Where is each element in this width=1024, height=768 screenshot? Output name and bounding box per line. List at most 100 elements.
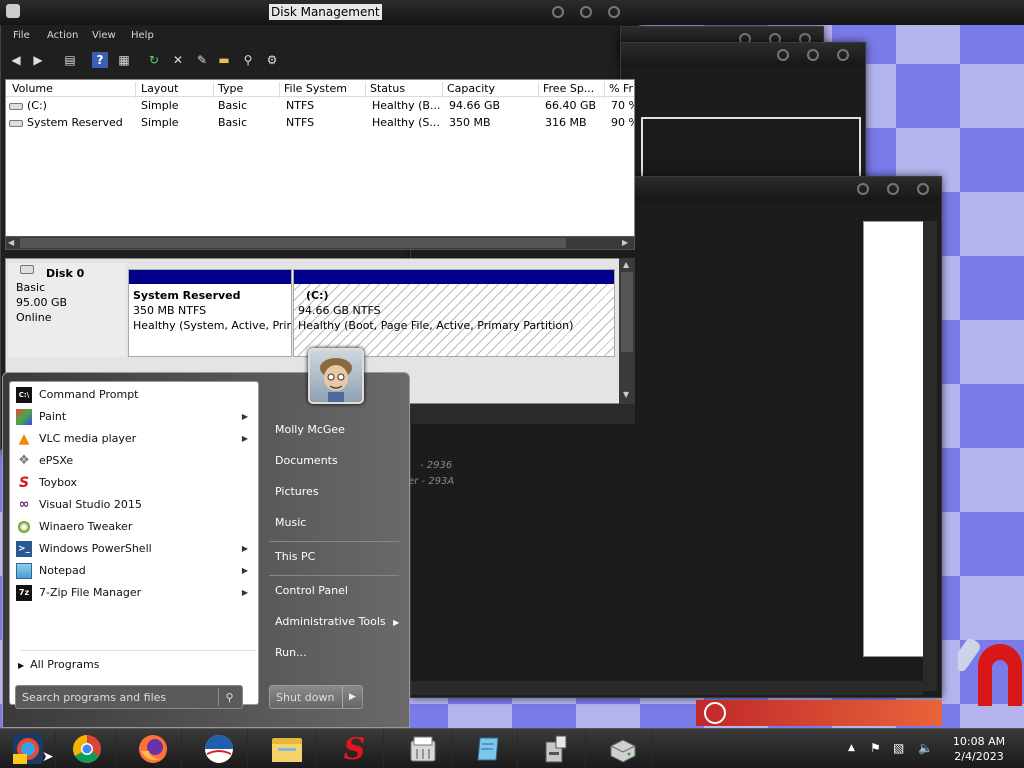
administrative-tools-link[interactable]: Administrative Tools ▶ [275,615,399,628]
search-box[interactable]: Search programs and files ⚲ [15,685,243,709]
background-window-vscroll[interactable] [923,221,937,691]
shredder-icon [410,736,435,762]
scroll-up-icon[interactable]: ▲ [623,260,629,269]
column-free-space[interactable]: Free Sp... [539,82,605,98]
refresh-icon[interactable]: ↻ [146,52,162,68]
this-pc-link[interactable]: This PC [275,550,315,563]
column-percent-free[interactable]: % Fr [605,82,634,98]
vertical-scrollbar[interactable]: ▲ ▼ [619,258,635,404]
taskbar-hard-drive[interactable] [594,731,652,767]
column-volume[interactable]: Volume [8,82,136,98]
scroll-down-icon[interactable]: ▼ [623,390,629,399]
table-row[interactable]: (C:) Simple Basic NTFS Healthy (B... 94.… [6,98,634,115]
delete-icon[interactable]: ✕ [170,52,186,68]
program-visual-studio[interactable]: ∞ Visual Studio 2015 [12,494,258,515]
menu-action[interactable]: Action [47,30,78,41]
show-hidden-icons-icon[interactable]: ▲ [848,743,855,753]
window-button-icon[interactable] [917,183,929,195]
horizontal-scrollbar[interactable]: ◀ ▶ [5,236,635,250]
partition-system-reserved[interactable]: System Reserved 350 MB NTFS Healthy (Sys… [128,269,292,357]
program-7zip[interactable]: 7z 7-Zip File Manager ▶ [12,582,258,603]
submenu-arrow-icon: ▶ [241,434,248,443]
control-panel-link[interactable]: Control Panel [275,584,348,597]
search-icon[interactable]: ⚲ [218,688,240,706]
program-command-prompt[interactable]: C:\ Command Prompt [12,384,258,405]
music-link[interactable]: Music [275,516,306,529]
column-layout[interactable]: Layout [137,82,214,98]
table-row[interactable]: System Reserved Simple Basic NTFS Health… [6,115,634,132]
expand-arrow-icon: ▶ [18,661,25,670]
action-center-flag-icon[interactable]: ⚑ [870,741,881,755]
program-vlc[interactable]: ▲ VLC media player ▶ [12,428,258,449]
column-file-system[interactable]: File System [280,82,366,98]
shutdown-options-icon[interactable]: ▶ [342,686,362,708]
volume-list[interactable]: Volume Layout Type File System Status Ca… [5,79,635,249]
program-powershell[interactable]: >_ Windows PowerShell ▶ [12,538,258,559]
menu-help[interactable]: Help [131,30,154,41]
maximize-icon[interactable] [580,6,592,18]
minimize-icon[interactable] [552,6,564,18]
open-folder-icon[interactable]: ▬ [216,52,232,68]
disk-info[interactable]: Disk 0 Basic 95.00 GB Online [8,263,126,357]
program-toybox[interactable]: S Toybox [12,472,258,493]
taskbar-toybox[interactable]: S [326,731,384,767]
clock-date: 2/4/2023 [954,750,1004,763]
cell-layout: Simple [141,116,179,129]
column-status[interactable]: Status [366,82,443,98]
program-winaero-tweaker[interactable]: Winaero Tweaker [12,516,258,537]
column-type[interactable]: Type [214,82,280,98]
disk-size: 95.00 GB [16,296,68,309]
avatar[interactable] [308,348,364,404]
cmd-icon: C:\ [16,386,32,403]
network-icon[interactable]: ▧ [893,741,904,755]
scroll-thumb[interactable] [20,238,566,248]
window-button-icon[interactable] [887,183,899,195]
drive-icon [9,103,23,110]
console-tree-icon[interactable]: ▤ [62,52,78,68]
program-epsxe[interactable]: ❖ ePSXe [12,450,258,471]
start-button[interactable]: ➤ [0,731,56,767]
taskbar-app-obama[interactable] [190,731,248,767]
all-programs-button[interactable]: ▶ All Programs [18,658,99,671]
properties-icon[interactable]: ▦ [116,52,132,68]
program-notepad[interactable]: Notepad ▶ [12,560,258,581]
search-icon[interactable]: ⚲ [240,52,256,68]
scroll-right-icon[interactable]: ▶ [622,238,628,247]
volume-icon[interactable]: 🔈 [918,741,933,755]
taskbar-file-explorer[interactable] [258,731,316,767]
column-capacity[interactable]: Capacity [443,82,539,98]
system-clock[interactable]: 10:08 AM 2/4/2023 [946,734,1012,764]
back-arrow-icon[interactable]: ◀ [8,52,24,68]
help-icon[interactable]: ? [92,52,108,68]
taskbar: ➤ S ▲ ⚑ ▧ 🔈 10:08 AM 2/4/2023 [0,728,1024,768]
taskbar-shredder[interactable] [394,731,452,767]
taskbar-notepad[interactable] [460,731,518,767]
menu-file[interactable]: File [13,30,30,41]
window-button-icon[interactable] [857,183,869,195]
mouse-cursor-icon: ➤ [42,749,54,765]
user-name-link[interactable]: Molly McGee [275,423,345,436]
settings-icon[interactable]: ⚙ [264,52,280,68]
cell-status: Healthy (S... [372,116,440,129]
scroll-left-icon[interactable]: ◀ [8,238,14,247]
edit-icon[interactable]: ✎ [194,52,210,68]
submenu-arrow-icon: ▶ [241,566,248,575]
obama-logo-icon [204,735,233,763]
pictures-link[interactable]: Pictures [275,485,319,498]
background-window-3[interactable] [410,176,942,698]
partition-c-drive[interactable]: (C:) 94.66 GB NTFS Healthy (Boot, Page F… [293,269,615,357]
documents-link[interactable]: Documents [275,454,338,467]
menu-view[interactable]: View [92,30,116,41]
background-window-hscroll[interactable] [411,681,923,695]
title-bar[interactable]: Disk Management [0,0,1024,25]
forward-arrow-icon[interactable]: ▶ [30,52,46,68]
scroll-thumb[interactable] [621,272,633,352]
shutdown-button[interactable]: Shut down ▶ [269,685,363,709]
taskbar-disk-tool[interactable] [528,731,586,767]
taskbar-chrome[interactable] [58,731,116,767]
close-icon[interactable] [608,6,620,18]
taskbar-firefox[interactable] [124,731,182,767]
cell-percent-free: 70 % [611,99,634,112]
run-link[interactable]: Run... [275,646,307,659]
program-paint[interactable]: Paint ▶ [12,406,258,427]
